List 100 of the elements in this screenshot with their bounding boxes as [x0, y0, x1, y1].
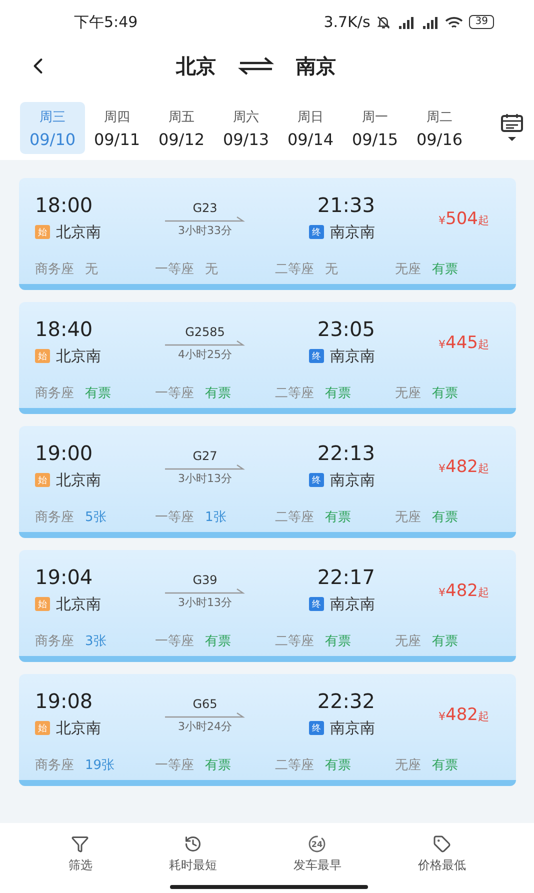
departure-time: 18:40 — [35, 317, 93, 341]
departure-station: 北京南 — [56, 222, 101, 242]
battery-indicator: 39 — [469, 15, 494, 29]
date-tab[interactable]: 周二 09/16 — [407, 102, 472, 154]
departure-time: 18:00 — [35, 193, 93, 217]
seat-class: 商务座 — [35, 633, 74, 650]
end-tag: 终 — [309, 225, 324, 239]
date-tab[interactable]: 周五 09/12 — [149, 102, 214, 154]
train-card[interactable]: 18:00 G23 3小时33分 21:33 ¥504起 始 北京南 终 南京南 商务座 无 一等座 无 二等座 无 无座 有票 — [19, 178, 516, 290]
calendar-button[interactable] — [500, 112, 524, 144]
end-tag: 终 — [309, 721, 324, 735]
seat-class: 一等座 — [155, 757, 194, 774]
seat-class: 二等座 — [275, 385, 314, 402]
departure-station: 北京南 — [56, 718, 101, 738]
seat-availability: 有票 — [432, 757, 458, 774]
train-number: G23 — [192, 200, 218, 214]
trip-duration: 3小时33分 — [178, 222, 232, 238]
arrival-station: 南京南 — [330, 346, 375, 366]
sort-button[interactable]: 24 发车最早 — [293, 835, 342, 879]
origin-city: 北京 — [176, 52, 216, 80]
seat-class: 二等座 — [275, 261, 314, 278]
seat-availability: 1张 — [205, 509, 226, 526]
date-tab[interactable]: 周六 09/13 — [214, 102, 278, 154]
seat-availability: 有票 — [432, 509, 458, 526]
arrival-station: 南京南 — [330, 222, 375, 242]
start-tag: 始 — [35, 597, 50, 611]
train-card[interactable]: 19:04 G39 3小时13分 22:17 ¥482起 始 北京南 终 南京南 商务座 3张 一等座 有票 二等座 有票 无座 有票 — [19, 550, 516, 662]
train-number: G27 — [192, 448, 218, 462]
seat-availability: 有票 — [205, 385, 231, 402]
seat-class: 商务座 — [35, 509, 74, 526]
arrival-time: 22:32 — [317, 689, 375, 713]
date-tab[interactable]: 周日 09/14 — [278, 102, 343, 154]
seat-class: 二等座 — [275, 509, 314, 526]
seat-availability: 有票 — [325, 385, 351, 402]
train-card[interactable]: 18:40 G2585 4小时25分 23:05 ¥445起 始 北京南 终 南京南 商务座 有票 一等座 有票 二等座 有票 无座 有票 — [19, 302, 516, 414]
seat-class: 无座 — [395, 261, 421, 278]
seat-availability: 有票 — [325, 633, 351, 650]
arrival-time: 22:13 — [317, 441, 375, 465]
train-number: G65 — [192, 696, 218, 710]
filter-icon — [71, 835, 90, 853]
ticket-price: ¥482起 — [438, 581, 490, 601]
sort-button[interactable]: 价格最低 — [418, 835, 466, 879]
seat-availability: 有票 — [325, 509, 351, 526]
seat-availability: 有票 — [205, 633, 231, 650]
train-card[interactable]: 19:08 G65 3小时24分 22:32 ¥482起 始 北京南 终 南京南 商务座 19张 一等座 有票 二等座 有票 无座 有票 — [19, 674, 516, 786]
departure-station: 北京南 — [56, 470, 101, 490]
seat-class: 无座 — [395, 509, 421, 526]
trip-duration: 3小时24分 — [178, 718, 232, 734]
seat-class: 商务座 — [35, 261, 74, 278]
arrival-station: 南京南 — [330, 594, 375, 614]
seat-class: 二等座 — [275, 757, 314, 774]
seat-availability: 无 — [85, 261, 98, 278]
seat-availability: 19张 — [85, 757, 115, 774]
status-time: 下午5:49 — [74, 12, 138, 32]
end-tag: 终 — [309, 597, 324, 611]
end-tag: 终 — [309, 349, 324, 363]
tag-icon — [432, 835, 451, 853]
seat-class: 一等座 — [155, 509, 194, 526]
start-tag: 始 — [35, 349, 50, 363]
end-tag: 终 — [309, 473, 324, 487]
start-tag: 始 — [35, 225, 50, 239]
departure-station: 北京南 — [56, 346, 101, 366]
seat-availability: 无 — [205, 261, 218, 278]
sort-button[interactable]: 耗时最短 — [168, 835, 217, 879]
arrival-station: 南京南 — [330, 470, 375, 490]
signal-icon — [397, 16, 416, 28]
seat-class: 商务座 — [35, 385, 74, 402]
swap-icon[interactable] — [238, 56, 274, 76]
departure-time: 19:04 — [35, 565, 93, 589]
arrival-time: 21:33 — [317, 193, 375, 217]
arrival-time: 23:05 — [317, 317, 375, 341]
arrival-station: 南京南 — [330, 718, 375, 738]
seat-availability: 3张 — [85, 633, 106, 650]
clock-icon: 24 — [307, 835, 328, 853]
network-speed: 3.7K/s — [324, 13, 370, 31]
date-tab[interactable]: 周四 09/11 — [84, 102, 150, 154]
seat-class: 一等座 — [155, 261, 194, 278]
seat-availability: 有票 — [325, 757, 351, 774]
seat-class: 商务座 — [35, 757, 74, 774]
train-number: G2585 — [185, 324, 225, 338]
signal-icon — [421, 16, 440, 28]
seat-class: 无座 — [395, 385, 421, 402]
start-tag: 始 — [35, 721, 50, 735]
seat-availability: 5张 — [85, 509, 106, 526]
date-tab[interactable]: 周一 09/15 — [342, 102, 408, 154]
seat-class: 无座 — [395, 633, 421, 650]
seat-class: 一等座 — [155, 633, 194, 650]
seat-availability: 有票 — [432, 261, 458, 278]
departure-station: 北京南 — [56, 594, 101, 614]
seat-availability: 有票 — [85, 385, 111, 402]
departure-time: 19:00 — [35, 441, 93, 465]
sort-button[interactable]: 筛选 — [68, 835, 92, 879]
mute-bell-icon — [376, 14, 392, 30]
train-card[interactable]: 19:00 G27 3小时13分 22:13 ¥482起 始 北京南 终 南京南 商务座 5张 一等座 1张 二等座 有票 无座 有票 — [19, 426, 516, 538]
arrival-time: 22:17 — [317, 565, 375, 589]
seat-availability: 有票 — [205, 757, 231, 774]
destination-city: 南京 — [296, 52, 336, 80]
trip-duration: 4小时25分 — [178, 346, 232, 362]
ticket-price: ¥504起 — [438, 209, 490, 229]
seat-availability: 有票 — [432, 633, 458, 650]
